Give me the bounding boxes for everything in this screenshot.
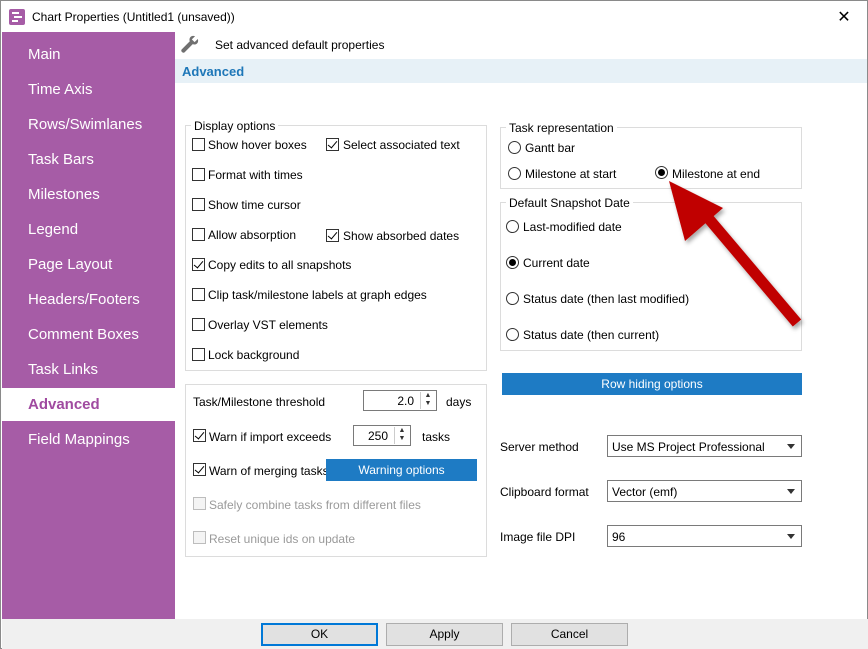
- select-associated-text-checkbox[interactable]: [326, 138, 339, 151]
- safely-combine-label: Safely combine tasks from different file…: [209, 498, 421, 512]
- milestone-at-end-label: Milestone at end: [672, 167, 761, 181]
- gantt-bar-radio[interactable]: [508, 141, 521, 154]
- stepper-down-icon[interactable]: ▼: [421, 400, 435, 408]
- overlay-vst-checkbox[interactable]: [192, 318, 205, 331]
- reset-ids-label: Reset unique ids on update: [209, 532, 356, 546]
- app-icon: [9, 9, 25, 25]
- clipboard-format-select[interactable]: Vector (emf): [607, 480, 802, 502]
- snapshot-date-title: Default Snapshot Date: [506, 196, 633, 210]
- chevron-down-icon: [787, 489, 795, 494]
- section-title: Advanced: [182, 64, 245, 79]
- lock-background-label: Lock background: [208, 348, 300, 362]
- sidebar-item-headers-footers[interactable]: Headers/Footers: [2, 283, 175, 316]
- sidebar-item-time-axis[interactable]: Time Axis: [2, 73, 175, 106]
- warn-import-label: Warn if import exceeds: [209, 430, 332, 444]
- image-dpi-value: 96: [612, 530, 626, 544]
- threshold-stepper[interactable]: 2.0 ▲ ▼: [363, 390, 437, 411]
- clip-labels-label: Clip task/milestone labels at graph edge…: [208, 288, 427, 302]
- ok-button[interactable]: OK: [261, 623, 378, 646]
- server-method-select[interactable]: Use MS Project Professional: [607, 435, 802, 457]
- display-options-group: [185, 125, 487, 371]
- warn-import-unit: tasks: [422, 430, 451, 444]
- milestone-at-start-label: Milestone at start: [525, 167, 617, 181]
- server-method-label: Server method: [500, 440, 579, 454]
- format-with-times-checkbox[interactable]: [192, 168, 205, 181]
- chart-properties-dialog: Chart Properties (Untitled1 (unsaved)) ✕…: [0, 0, 868, 649]
- chevron-down-icon: [787, 534, 795, 539]
- warn-import-checkbox[interactable]: [193, 429, 206, 442]
- format-with-times-label: Format with times: [208, 168, 303, 182]
- current-date-label: Current date: [523, 256, 590, 270]
- sidebar-item-task-links[interactable]: Task Links: [2, 353, 175, 386]
- apply-button[interactable]: Apply: [386, 623, 503, 646]
- close-button[interactable]: ✕: [821, 1, 867, 32]
- warn-merging-label: Warn of merging tasks: [209, 464, 329, 478]
- last-modified-date-label: Last-modified date: [523, 220, 622, 234]
- reset-ids-checkbox[interactable]: [193, 531, 206, 544]
- show-hover-boxes-checkbox[interactable]: [192, 138, 205, 151]
- threshold-label: Task/Milestone threshold: [193, 395, 326, 409]
- overlay-vst-label: Overlay VST elements: [208, 318, 328, 332]
- warn-import-stepper[interactable]: 250 ▲ ▼: [353, 425, 411, 446]
- sidebar-item-page-layout[interactable]: Page Layout: [2, 248, 175, 281]
- current-date-radio[interactable]: [506, 256, 519, 269]
- gantt-bar-label: Gantt bar: [525, 141, 576, 155]
- title-bar: Chart Properties (Untitled1 (unsaved)) ✕: [1, 1, 867, 32]
- show-absorbed-dates-checkbox[interactable]: [326, 229, 339, 242]
- status-date-current-radio[interactable]: [506, 328, 519, 341]
- section-header: Advanced: [175, 59, 867, 83]
- stepper-up-icon[interactable]: ▲: [395, 427, 409, 435]
- image-dpi-label: Image file DPI: [500, 530, 576, 544]
- dialog-footer: OK Apply Cancel: [2, 619, 868, 649]
- clipboard-format-label: Clipboard format: [500, 485, 589, 499]
- server-method-value: Use MS Project Professional: [612, 440, 765, 454]
- warn-merging-checkbox[interactable]: [193, 463, 206, 476]
- status-date-last-modified-label: Status date (then last modified): [523, 292, 690, 306]
- cancel-button[interactable]: Cancel: [511, 623, 628, 646]
- page-header: Set advanced default properties: [175, 32, 867, 59]
- stepper-down-icon[interactable]: ▼: [395, 435, 409, 443]
- sidebar-item-milestones[interactable]: Milestones: [2, 178, 175, 211]
- copy-edits-label: Copy edits to all snapshots: [208, 258, 352, 272]
- image-dpi-select[interactable]: 96: [607, 525, 802, 547]
- sidebar: Main Time Axis Rows/Swimlanes Task Bars …: [2, 32, 175, 619]
- sidebar-item-main[interactable]: Main: [2, 38, 175, 71]
- wrench-icon: [181, 35, 199, 53]
- safely-combine-checkbox[interactable]: [193, 497, 206, 510]
- sidebar-item-rows-swimlanes[interactable]: Rows/Swimlanes: [2, 108, 175, 141]
- sidebar-item-field-mappings[interactable]: Field Mappings: [2, 423, 175, 456]
- sidebar-item-legend[interactable]: Legend: [2, 213, 175, 246]
- clipboard-format-value: Vector (emf): [612, 485, 678, 499]
- chevron-down-icon: [787, 444, 795, 449]
- header-description: Set advanced default properties: [215, 38, 385, 52]
- copy-edits-checkbox[interactable]: [192, 258, 205, 271]
- clip-labels-checkbox[interactable]: [192, 288, 205, 301]
- milestone-at-end-radio[interactable]: [655, 166, 668, 179]
- sidebar-item-comment-boxes[interactable]: Comment Boxes: [2, 318, 175, 351]
- threshold-value: 2.0: [397, 394, 414, 408]
- row-hiding-options-button[interactable]: Row hiding options: [502, 373, 802, 395]
- show-time-cursor-checkbox[interactable]: [192, 198, 205, 211]
- milestone-at-start-radio[interactable]: [508, 167, 521, 180]
- status-date-current-label: Status date (then current): [523, 328, 660, 342]
- window-title: Chart Properties (Untitled1 (unsaved)): [32, 10, 235, 24]
- threshold-unit: days: [446, 395, 472, 409]
- display-options-title: Display options: [191, 119, 279, 133]
- allow-absorption-checkbox[interactable]: [192, 228, 205, 241]
- last-modified-date-radio[interactable]: [506, 220, 519, 233]
- show-hover-boxes-label: Show hover boxes: [208, 138, 307, 152]
- lock-background-checkbox[interactable]: [192, 348, 205, 361]
- status-date-last-modified-radio[interactable]: [506, 292, 519, 305]
- show-absorbed-dates-label: Show absorbed dates: [343, 229, 460, 243]
- close-icon: ✕: [837, 8, 851, 26]
- sidebar-item-task-bars[interactable]: Task Bars: [2, 143, 175, 176]
- task-representation-title: Task representation: [506, 121, 617, 135]
- show-time-cursor-label: Show time cursor: [208, 198, 301, 212]
- stepper-up-icon[interactable]: ▲: [421, 392, 435, 400]
- warn-import-value: 250: [367, 429, 388, 443]
- warning-options-button[interactable]: Warning options: [326, 459, 477, 481]
- allow-absorption-label: Allow absorption: [208, 228, 297, 242]
- select-associated-text-label: Select associated text: [343, 138, 460, 152]
- sidebar-item-advanced[interactable]: Advanced: [2, 388, 175, 421]
